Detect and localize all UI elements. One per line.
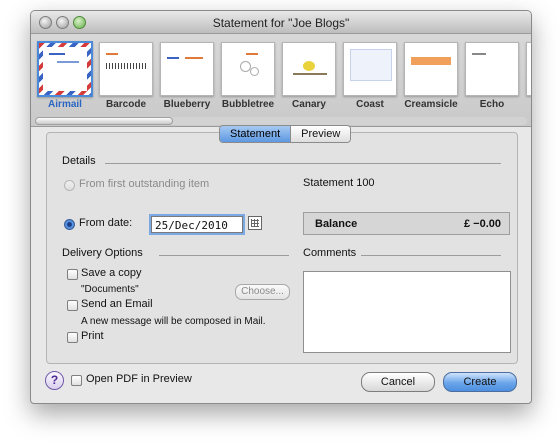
from-date-field[interactable]: 25/Dec/2010	[151, 216, 243, 233]
airmail-thumbnail	[37, 41, 93, 97]
comments-divider	[361, 255, 501, 256]
view-segmented-control: Statement Preview	[219, 125, 352, 143]
template-next-partial[interactable]	[519, 38, 531, 110]
calendar-icon[interactable]	[248, 216, 262, 230]
from-first-label: From first outstanding item	[79, 178, 210, 190]
from-date-radio[interactable]	[64, 219, 75, 230]
tab-preview[interactable]: Preview	[291, 126, 351, 142]
delivery-heading: Delivery Options	[62, 247, 143, 259]
balance-box: Balance £ −0.00	[303, 212, 510, 235]
create-button[interactable]: Create	[443, 372, 517, 392]
help-button[interactable]: ?	[45, 371, 64, 390]
tab-statement[interactable]: Statement	[220, 126, 292, 142]
cancel-button[interactable]: Cancel	[361, 372, 435, 392]
send-email-label: Send an Email	[81, 298, 153, 310]
delivery-divider	[159, 255, 289, 256]
from-date-label: From date:	[79, 217, 133, 229]
options-panel: Details From first outstanding item From…	[46, 132, 518, 364]
statement-dialog: Statement for "Joe Blogs" Airmail Barcod…	[30, 10, 532, 404]
template-scrollbar[interactable]	[35, 117, 527, 125]
open-pdf-label: Open PDF in Preview	[86, 373, 192, 385]
blueberry-thumbnail	[160, 42, 214, 96]
statement-number: Statement 100	[303, 177, 375, 189]
print-checkbox[interactable]	[67, 332, 78, 343]
template-strip: Airmail Barcode Blueberry Bubbletree Can…	[31, 34, 531, 127]
creamsicle-thumbnail	[404, 42, 458, 96]
window-title: Statement for "Joe Blogs"	[212, 16, 350, 30]
details-divider	[105, 163, 501, 164]
print-label: Print	[81, 330, 104, 342]
title-bar: Statement for "Joe Blogs"	[31, 11, 531, 34]
balance-label: Balance	[315, 218, 358, 230]
comments-heading: Comments	[303, 247, 357, 259]
save-copy-label: Save a copy	[81, 267, 142, 279]
details-heading: Details	[62, 155, 96, 167]
email-note: A new message will be composed in Mail.	[81, 316, 266, 327]
comments-textarea[interactable]	[303, 271, 511, 353]
from-first-radio[interactable]	[64, 180, 75, 191]
save-location: "Documents"	[81, 284, 139, 295]
scrollbar-thumb[interactable]	[35, 117, 173, 125]
partial-thumbnail	[526, 42, 531, 96]
save-copy-checkbox[interactable]	[67, 269, 78, 280]
choose-button[interactable]: Choose...	[235, 284, 290, 300]
echo-thumbnail	[465, 42, 519, 96]
barcode-thumbnail	[99, 42, 153, 96]
canary-thumbnail	[282, 42, 336, 96]
bubbletree-thumbnail	[221, 42, 275, 96]
template-echo[interactable]: Echo	[458, 38, 526, 110]
balance-value: £ −0.00	[463, 218, 501, 230]
coast-thumbnail	[343, 42, 397, 96]
open-pdf-checkbox[interactable]	[71, 375, 82, 386]
send-email-checkbox[interactable]	[67, 300, 78, 311]
